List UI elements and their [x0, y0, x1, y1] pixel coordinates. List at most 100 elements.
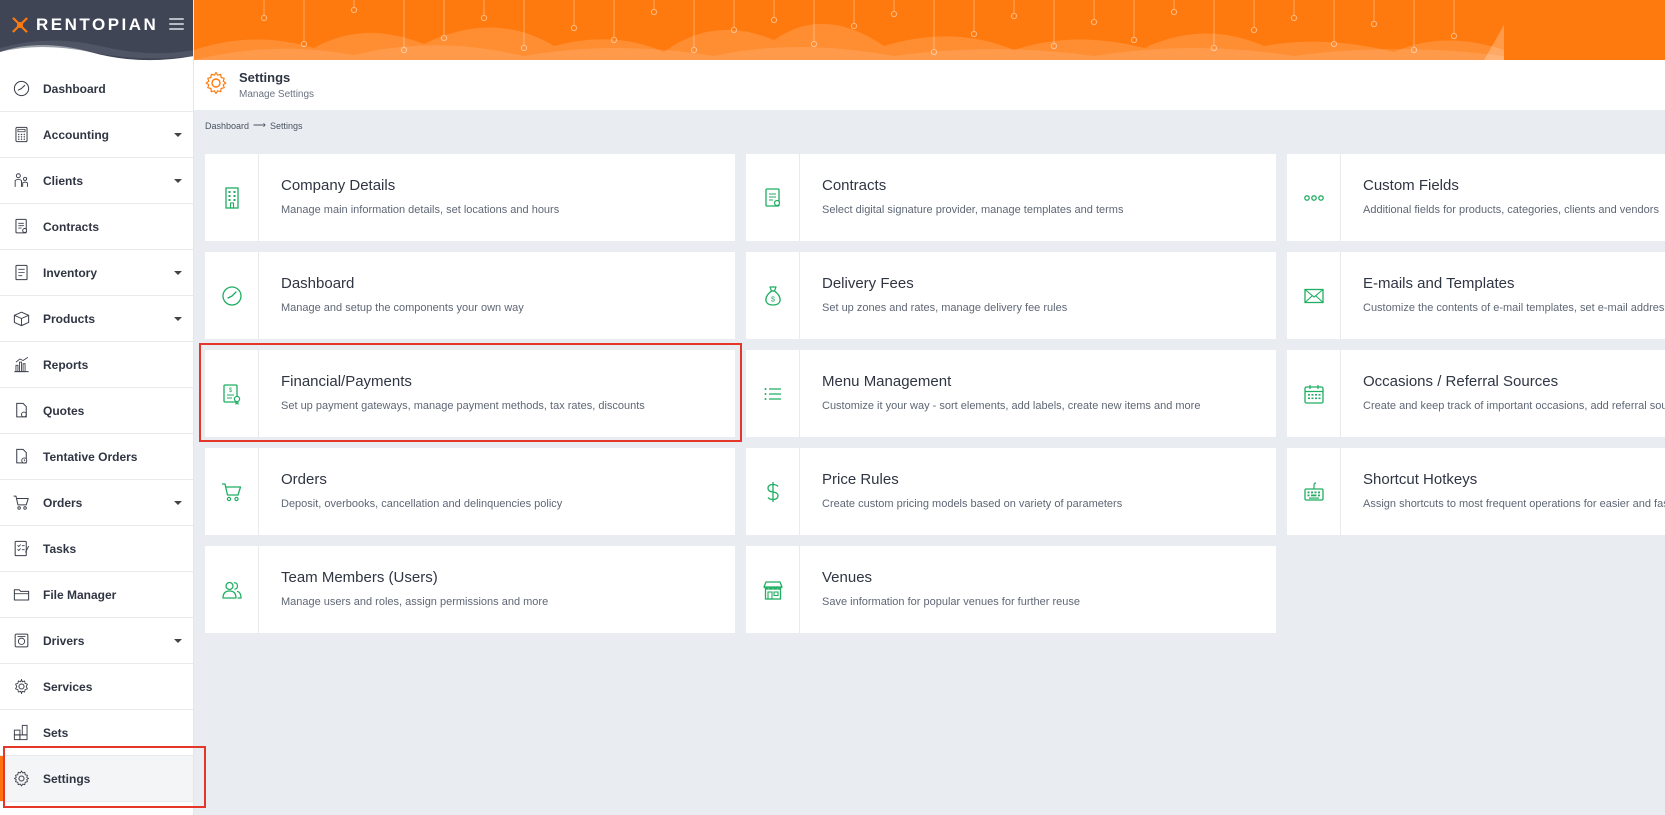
- sidebar-item-tentative-orders[interactable]: Tentative Orders: [0, 434, 193, 480]
- card-icon: $: [205, 350, 259, 437]
- money-bag-icon: $: [764, 285, 781, 306]
- sidebar-item-settings[interactable]: Settings: [0, 756, 193, 802]
- card-description: Customize the contents of e-mail templat…: [1363, 302, 1665, 314]
- chevron-down-icon[interactable]: [174, 179, 182, 183]
- dots-icon: [1303, 194, 1324, 201]
- page-header: Settings Manage Settings: [194, 60, 1665, 110]
- sidebar-item-label: Reports: [43, 357, 89, 372]
- card-title: Menu Management: [822, 373, 952, 390]
- invoice-icon: $: [222, 383, 240, 405]
- settings-card-occasions-referral-sources[interactable]: Occasions / Referral Sources Create and k…: [1287, 350, 1665, 437]
- card-title: Company Details: [281, 177, 396, 194]
- card-title: Financial/Payments: [281, 373, 412, 390]
- sidebar-item-accounting[interactable]: Accounting: [0, 112, 193, 158]
- page-title: Settings: [239, 70, 291, 85]
- dashboard-icon: [13, 80, 29, 97]
- sidebar-item-reports[interactable]: Reports: [0, 342, 193, 388]
- breadcrumb-current: Settings: [269, 120, 303, 131]
- card-description: Manage main information details, set loc…: [281, 204, 560, 216]
- sidebar-item-label: Products: [43, 311, 96, 326]
- cart-icon: [221, 482, 241, 501]
- card-title: Delivery Fees: [822, 275, 914, 292]
- sidebar-icon: [11, 539, 31, 559]
- card-description: Manage users and roles, assign permissio…: [281, 596, 549, 608]
- settings-card-menu-management[interactable]: Menu Management Customize it your way - s…: [746, 350, 1276, 437]
- settings-card-dashboard[interactable]: Dashboard Manage and setup the components…: [205, 252, 735, 339]
- top-banner: [194, 0, 1665, 60]
- card-title: Custom Fields: [1363, 177, 1459, 194]
- card-icon: [746, 546, 800, 633]
- sidebar-item-tasks[interactable]: Tasks: [0, 526, 193, 572]
- sidebar-item-label: Quotes: [43, 403, 85, 418]
- logo-bar: RENTOPIAN: [0, 0, 193, 70]
- settings-card-custom-fields[interactable]: Custom Fields Additional fields for produ…: [1287, 154, 1665, 241]
- sidebar-item-contracts[interactable]: Contracts: [0, 204, 193, 250]
- sidebar-item-orders[interactable]: Orders: [0, 480, 193, 526]
- settings-card-delivery-fees[interactable]: $ Delivery Fees Set up zones and rates, ma…: [746, 252, 1276, 339]
- card-description: Set up zones and rates, manage delivery …: [822, 302, 1068, 314]
- sidebar-item-products[interactable]: Products: [0, 296, 193, 342]
- sidebar-icon: [11, 217, 31, 237]
- envelope-icon: [1303, 288, 1324, 303]
- sidebar-icon: [11, 125, 31, 145]
- sidebar-icon: [11, 263, 31, 283]
- tasks-icon: [14, 540, 29, 557]
- sidebar-icon: [11, 493, 31, 513]
- sidebar-item-dashboard[interactable]: Dashboard: [0, 66, 193, 112]
- tentative-icon: [15, 448, 27, 464]
- breadcrumb-arrow-icon: ⟶: [253, 120, 266, 130]
- breadcrumb-dashboard[interactable]: Dashboard: [205, 121, 249, 131]
- sidebar-item-label: Clients: [43, 173, 84, 188]
- sidebar-item-label: Services: [43, 679, 93, 694]
- settings-card-team-members-users[interactable]: Team Members (Users) Manage users and rol…: [205, 546, 735, 633]
- card-description: Save information for popular venues for …: [822, 596, 1081, 608]
- sidebar-icon: [11, 631, 31, 651]
- sidebar-item-label: Contracts: [43, 219, 100, 234]
- card-icon: [1287, 252, 1341, 339]
- card-description: Create and keep track of important occas…: [1363, 400, 1665, 412]
- sidebar-item-inventory[interactable]: Inventory: [0, 250, 193, 296]
- chevron-down-icon[interactable]: [174, 501, 182, 505]
- sidebar-item-label: Sets: [43, 725, 69, 740]
- chevron-down-icon[interactable]: [174, 639, 182, 643]
- settings-card-shortcut-hotkeys[interactable]: Shortcut Hotkeys Assign shortcuts to most…: [1287, 448, 1665, 535]
- sidebar-item-services[interactable]: Services: [0, 664, 193, 710]
- banner-decoration: [194, 0, 1504, 60]
- card-description: Create custom pricing models based on va…: [822, 498, 1123, 510]
- svg-text:$: $: [771, 296, 775, 303]
- chevron-down-icon[interactable]: [174, 317, 182, 321]
- card-icon: [205, 154, 259, 241]
- settings-card-contracts[interactable]: Contracts Select digital signature provid…: [746, 154, 1276, 241]
- sidebar-icon: [11, 677, 31, 697]
- card-title: E-mails and Templates: [1363, 275, 1515, 292]
- sidebar-icon: [11, 309, 31, 329]
- sets-icon: [13, 724, 28, 741]
- box-icon: [13, 311, 29, 327]
- list-icon: [764, 387, 781, 400]
- calendar-icon: [1303, 384, 1324, 404]
- sidebar-item-sets[interactable]: Sets: [0, 710, 193, 756]
- users-icon: [221, 581, 242, 599]
- settings-card-financial-payments[interactable]: $ Financial/Payments Set up payment gatewa…: [205, 350, 735, 437]
- sidebar-item-quotes[interactable]: Quotes: [0, 388, 193, 434]
- sidebar-item-clients[interactable]: Clients: [0, 158, 193, 204]
- sidebar-item-drivers[interactable]: Drivers: [0, 618, 193, 664]
- sidebar-item-label: File Manager: [43, 587, 117, 602]
- settings-card-company-details[interactable]: Company Details Manage main information d…: [205, 154, 735, 241]
- sidebar-item-file-manager[interactable]: File Manager: [0, 572, 193, 618]
- sidebar-item-label: Settings: [43, 771, 91, 786]
- sidebar-icon: [11, 447, 31, 467]
- settings-card-venues[interactable]: Venues Save information for popular venue…: [746, 546, 1276, 633]
- card-title: Contracts: [822, 177, 887, 194]
- chevron-down-icon[interactable]: [174, 133, 182, 137]
- keyboard-icon: [1303, 481, 1324, 501]
- settings-card-orders[interactable]: Orders Deposit, overbooks, cancellation a…: [205, 448, 735, 535]
- card-title: Team Members (Users): [281, 569, 438, 586]
- brand-logo[interactable]: RENTOPIAN: [10, 15, 158, 35]
- chevron-down-icon[interactable]: [174, 271, 182, 275]
- menu-toggle-icon[interactable]: [169, 18, 184, 30]
- settings-card-price-rules[interactable]: Price Rules Create custom pricing models …: [746, 448, 1276, 535]
- card-title: Venues: [822, 569, 873, 586]
- settings-card-e-mails-and-templates[interactable]: E-mails and Templates Customize the conte…: [1287, 252, 1665, 339]
- card-icon: [746, 448, 800, 535]
